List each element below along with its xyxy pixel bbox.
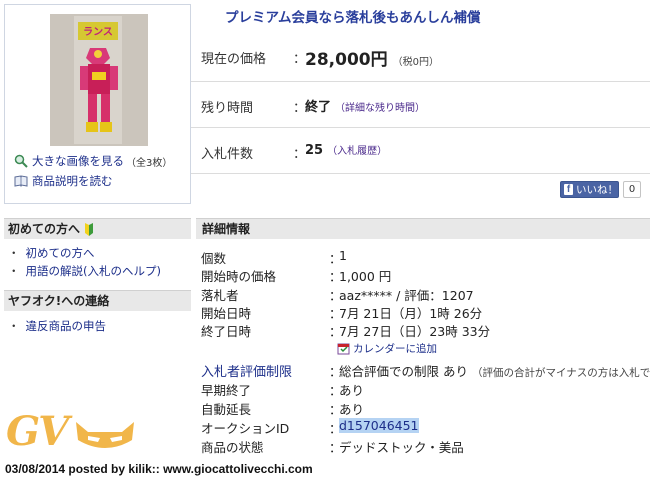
watermark-footer: 03/08/2014 posted by kilik:: www.giocatt… (0, 460, 650, 479)
magnifier-icon (14, 154, 28, 168)
detail-label-condition: 商品の状態 (201, 440, 264, 455)
sidebar-link-report[interactable]: ・違反商品の申告 (8, 318, 106, 334)
premium-banner[interactable]: プレミアム会員なら落札後もあんしん補償 (225, 6, 481, 26)
add-to-calendar-link[interactable]: カレンダーに追加 (337, 341, 437, 356)
like-count: 0 (623, 181, 641, 198)
package-title: ランス (83, 26, 113, 38)
facebook-like: f いいね！ 0 (560, 181, 641, 198)
enlarge-image-link[interactable]: 大きな画像を見る （全3枚） (14, 153, 172, 169)
contact-section-title: ヤフオク!への連絡 (4, 290, 191, 311)
beginner-title: 初めての方へ (8, 221, 81, 236)
detail-value-early-end: あり (339, 383, 365, 398)
detail-label-start-price: 開始時の価格 (201, 269, 277, 284)
price-label: 現在の価格 (201, 52, 267, 67)
detail-label-bidder-restriction[interactable]: 入札者評価制限 (201, 361, 292, 380)
read-description-label[interactable]: 商品説明を読む (32, 173, 113, 189)
image-count: （全3枚） (126, 157, 173, 169)
detail-label-early-end: 早期終了 (201, 383, 252, 398)
detail-value-condition: デッドストック・美品 (339, 440, 464, 455)
watermark-logo: GV (6, 408, 69, 455)
beginner-mark-icon (85, 222, 94, 236)
detail-value-quantity: 1 (339, 248, 347, 263)
detail-label-end-time: 終了日時 (201, 324, 252, 339)
detail-value-winner: aaz***** / 評価：1207 (339, 288, 474, 303)
current-price: 28,000円 (305, 50, 388, 70)
price-row: 現在の価格 ： 28,000円 （税0円） (191, 32, 650, 82)
time-left-value: 終了 (305, 100, 332, 115)
sidebar-link-glossary[interactable]: ・用語の解説(入札のヘルプ) (8, 263, 161, 279)
detail-value-auction-id[interactable]: d157046451 (339, 418, 419, 433)
time-left-label: 残り時間 (201, 101, 254, 116)
like-button[interactable]: f いいね！ (560, 181, 619, 198)
detail-label-winner: 落札者 (201, 288, 239, 303)
detail-value-start-time: 7月 21日（月）1時 26分 (339, 306, 483, 321)
contact-title: ヤフオク!への連絡 (8, 293, 110, 308)
restriction-note: （評価の合計がマイナスの方は入札でき (471, 367, 650, 379)
sidebar-link-beginner[interactable]: ・初めての方へ (8, 245, 95, 261)
item-image-panel: ランス 大きな画像を見る （全3枚） 商品説明を読む (4, 4, 191, 204)
details-title: 詳細情報 (196, 218, 650, 239)
facebook-icon: f (564, 184, 573, 195)
detail-value-end-time: 7月 27日（日）23時 33分 (339, 324, 491, 339)
calendar-icon (337, 343, 350, 355)
detail-value-start-price: 1,000 円 (339, 269, 392, 284)
bid-count-label: 入札件数 (201, 147, 254, 162)
book-icon (14, 175, 28, 188)
detail-value-auto-extend: あり (339, 402, 365, 417)
detail-label-auto-extend: 自動延長 (201, 402, 252, 417)
detail-label-auction-id: オークションID (201, 421, 290, 436)
time-detail-link[interactable]: （詳細な残り時間） (335, 99, 425, 114)
tax-note: （税0円） (392, 57, 439, 68)
bid-count-value: 25 (305, 143, 324, 158)
bid-count-row: 入札件数 ： 25 （入札履歴） (191, 128, 650, 174)
detail-label-quantity: 個数 (201, 251, 227, 266)
like-label: いいね！ (576, 184, 618, 196)
detail-label-start-time: 開始日時 (201, 306, 252, 321)
add-to-calendar-label[interactable]: カレンダーに追加 (353, 341, 437, 356)
beginner-section-title: 初めての方へ (4, 218, 191, 239)
item-thumbnail[interactable]: ランス (50, 14, 148, 146)
time-left-row: 残り時間 ： 終了 （詳細な残り時間） (191, 82, 650, 128)
watermark-mask-icon (76, 422, 134, 448)
enlarge-image-label[interactable]: 大きな画像を見る (32, 153, 124, 169)
detail-value-bidder-restriction: 総合評価での制限 あり （評価の合計がマイナスの方は入札でき (339, 361, 650, 380)
bid-history-link[interactable]: （入札履歴） (327, 142, 387, 157)
read-description-link[interactable]: 商品説明を読む (14, 173, 113, 189)
